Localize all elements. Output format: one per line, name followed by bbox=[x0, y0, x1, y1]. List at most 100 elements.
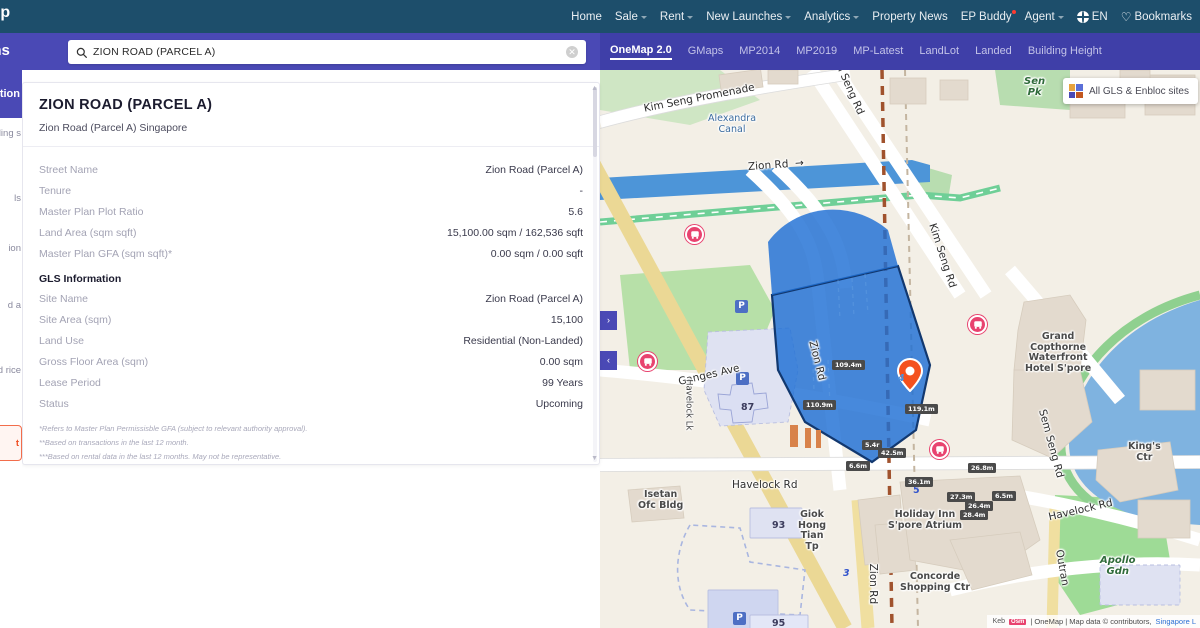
language-selector[interactable]: EN bbox=[1076, 10, 1108, 23]
sidebar-item-5[interactable]: ed rice bbox=[0, 365, 22, 377]
map-attribution: Keb Osm | OneMap | Map data © contributo… bbox=[986, 615, 1200, 628]
parcel-dimension-label: 6.6m bbox=[846, 461, 870, 471]
panel-header: ZION ROAD (PARCEL A) Zion Road (Parcel A… bbox=[23, 83, 599, 147]
sidebar-item-3[interactable]: ion bbox=[0, 243, 22, 255]
panel-body: Street Name Zion Road (Parcel A) Tenure - … bbox=[23, 147, 599, 464]
parcel-dimension-label: 36.1m bbox=[905, 477, 934, 487]
chevron-down-icon bbox=[640, 15, 647, 19]
row-key: Master Plan GFA (sqm sqft)* bbox=[39, 247, 173, 260]
row-value: Residential (Non-Landed) bbox=[463, 334, 583, 347]
language-label: EN bbox=[1091, 10, 1108, 23]
search-input-wrapper[interactable]: ZION ROAD (PARCEL A) ✕ bbox=[68, 40, 586, 64]
bus-stop-icon[interactable] bbox=[968, 315, 987, 334]
map-canvas[interactable]: All GLS & Enbloc sites › ‹ P P P P P 87 … bbox=[600, 70, 1200, 628]
sidebar-cta-button[interactable]: t bbox=[0, 425, 22, 461]
sidebar-item-4[interactable]: d a bbox=[0, 300, 22, 312]
nav-item-sale[interactable]: Sale bbox=[615, 11, 647, 23]
tab-onemap-20[interactable]: OneMap 2.0 bbox=[610, 44, 672, 60]
row-value: 0.00 sqm / 0.00 sqft bbox=[490, 247, 583, 260]
building-number: 4 bbox=[898, 373, 905, 384]
nav-item-ep-buddy[interactable]: EP Buddy bbox=[961, 9, 1016, 23]
parcel-dimension-label: 6.5m bbox=[992, 491, 1016, 501]
nav-label: New Launches bbox=[706, 10, 783, 23]
parking-icon: P bbox=[736, 372, 749, 385]
nav-item-property-news[interactable]: Property News bbox=[872, 11, 947, 23]
top-navigation-bar: rop Home Sale Rent New Launches Analytic… bbox=[0, 0, 1200, 33]
scroll-down-icon[interactable]: ▼ bbox=[591, 455, 598, 462]
chevron-down-icon bbox=[1057, 15, 1064, 19]
parking-icon: P bbox=[733, 612, 746, 625]
nav-label: Property News bbox=[872, 10, 948, 23]
nav-item-rent[interactable]: Rent bbox=[659, 10, 694, 23]
detail-row: Tenure - bbox=[39, 180, 583, 201]
tab-mp2014[interactable]: MP2014 bbox=[739, 45, 780, 58]
nav-item-agent[interactable]: Agent bbox=[1025, 11, 1064, 23]
gls-row: Lease Period 99 Years bbox=[39, 372, 583, 393]
left-sidebar: tion ding s ls ion d a ed rice t bbox=[0, 70, 22, 628]
sidebar-item-2[interactable]: ls bbox=[0, 193, 22, 205]
search-icon bbox=[76, 47, 87, 58]
tab-mp2019[interactable]: MP2019 bbox=[796, 45, 837, 58]
row-value: 99 Years bbox=[542, 376, 583, 389]
parcel-dimension-label: 42.5m bbox=[878, 448, 907, 458]
scroll-up-icon[interactable]: ▲ bbox=[591, 85, 598, 92]
bus-stop-icon[interactable] bbox=[638, 352, 657, 371]
gls-row: Status Upcoming bbox=[39, 393, 583, 414]
map-panel-expand-button[interactable]: › bbox=[600, 311, 617, 330]
map-layer-tabs: OneMap 2.0 GMaps MP2014 MP2019 MP-Latest… bbox=[610, 33, 1102, 70]
map-panel-collapse-button[interactable]: ‹ bbox=[600, 351, 617, 370]
bus-stop-icon[interactable] bbox=[685, 225, 704, 244]
attribution-link[interactable]: Singapore L bbox=[1156, 617, 1196, 626]
bookmarks-link[interactable]: ♡ Bookmarks bbox=[1121, 11, 1192, 23]
nav-label: Home bbox=[571, 10, 602, 23]
nav-item-analytics[interactable]: Analytics bbox=[804, 11, 860, 23]
tab-mp-latest[interactable]: MP-Latest bbox=[853, 45, 903, 58]
detail-row: Master Plan GFA (sqm sqft)* 0.00 sqm / 0.… bbox=[39, 243, 583, 264]
gls-row: Gross Floor Area (sqm) 0.00 sqm bbox=[39, 351, 583, 372]
row-key: Gross Floor Area (sqm) bbox=[39, 355, 149, 368]
gls-row: Land Use Residential (Non-Landed) bbox=[39, 330, 583, 351]
detail-row: Master Plan Plot Ratio 5.6 bbox=[39, 201, 583, 222]
tab-gmaps[interactable]: GMaps bbox=[688, 45, 723, 58]
osm-badge-icon: Osm bbox=[1009, 618, 1027, 625]
tab-landed[interactable]: Landed bbox=[975, 45, 1012, 58]
tab-building-height[interactable]: Building Height bbox=[1028, 45, 1102, 58]
footnote-1: *Refers to Master Plan Permissisble GFA … bbox=[39, 424, 308, 433]
row-key: Land Area (sqm sqft) bbox=[39, 226, 137, 239]
map-vector-layer bbox=[600, 70, 1200, 628]
row-key: Master Plan Plot Ratio bbox=[39, 205, 144, 218]
page-title: ZION ROAD (PARCEL A) bbox=[39, 97, 213, 113]
footnote-2: **Based on transactions in the last 12 m… bbox=[39, 438, 189, 447]
sidebar-item-1[interactable]: ding s bbox=[0, 128, 22, 140]
all-gls-enbloc-sites-button[interactable]: All GLS & Enbloc sites bbox=[1062, 78, 1198, 104]
row-value: 5.6 bbox=[568, 205, 583, 218]
tab-landlot[interactable]: LandLot bbox=[919, 45, 959, 58]
site-logo[interactable]: rop bbox=[0, 4, 10, 22]
row-value: Upcoming bbox=[535, 397, 583, 410]
globe-icon bbox=[1076, 10, 1089, 23]
row-key: Status bbox=[39, 397, 69, 410]
panel-scrollbar[interactable] bbox=[593, 87, 597, 462]
nav-label: Rent bbox=[659, 10, 685, 23]
nav-item-home[interactable]: Home bbox=[571, 11, 602, 23]
search-input[interactable]: ZION ROAD (PARCEL A) bbox=[93, 46, 566, 58]
row-key: Lease Period bbox=[39, 376, 101, 389]
bus-stop-icon[interactable] bbox=[930, 440, 949, 459]
parking-icon: P bbox=[735, 300, 748, 313]
sidebar-brand-label: ens bbox=[0, 42, 10, 59]
sidebar-section-header[interactable]: tion bbox=[0, 70, 22, 118]
row-key: Land Use bbox=[39, 334, 84, 347]
chevron-down-icon bbox=[853, 15, 860, 19]
gls-row: Site Name Zion Road (Parcel A) bbox=[39, 288, 583, 309]
building-number: 3 bbox=[843, 568, 850, 579]
attribution-text: | OneMap | Map data © contributors, bbox=[1030, 617, 1152, 626]
nav-item-new-launches[interactable]: New Launches bbox=[706, 10, 792, 23]
clear-icon[interactable]: ✕ bbox=[566, 46, 578, 58]
row-value: Zion Road (Parcel A) bbox=[485, 163, 583, 176]
detail-row: Land Area (sqm sqft) 15,100.00 sqm / 162,… bbox=[39, 222, 583, 243]
building-number: 93 bbox=[772, 520, 786, 531]
row-key: Site Area (sqm) bbox=[39, 313, 112, 326]
row-value: 15,100 bbox=[550, 313, 583, 326]
detail-row: Street Name Zion Road (Parcel A) bbox=[39, 159, 583, 180]
scrollbar-thumb[interactable] bbox=[593, 87, 597, 157]
